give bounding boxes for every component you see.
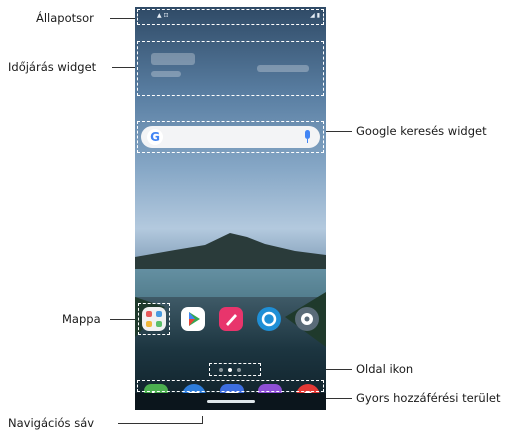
- leader-google-search-widget: [326, 131, 352, 132]
- label-status-bar: Állapotsor: [36, 11, 94, 25]
- wallpaper-mountains: [135, 233, 326, 347]
- leader-navigation-bar: [118, 423, 202, 424]
- label-quick-access-area: Gyors hozzáférési terület: [356, 391, 501, 405]
- home-gesture-pill[interactable]: [207, 400, 255, 403]
- quickmemo-icon[interactable]: [219, 307, 243, 331]
- label-navigation-bar: Navigációs sáv: [8, 416, 95, 430]
- settings-icon[interactable]: [295, 307, 319, 331]
- leader-navigation-bar-tick: [202, 416, 203, 424]
- label-page-icon: Oldal ikon: [356, 362, 414, 376]
- label-folder: Mappa: [62, 312, 101, 326]
- leader-quick-access-area: [326, 398, 352, 399]
- phone-screen: ▲ ⊡ ◢ ▮ G: [135, 7, 326, 410]
- folder-outline: [138, 303, 170, 335]
- quick-access-area-outline: [137, 380, 324, 392]
- smartworld-icon[interactable]: [257, 307, 281, 331]
- leader-folder: [110, 319, 138, 320]
- leader-weather-widget: [112, 67, 135, 68]
- label-weather-widget: Időjárás widget: [8, 60, 97, 74]
- page-icon-outline: [209, 363, 261, 376]
- label-google-search-widget: Google keresés widget: [356, 124, 487, 138]
- leader-status-bar: [110, 18, 135, 19]
- play-store-icon[interactable]: [181, 307, 205, 331]
- navigation-bar: [135, 393, 326, 410]
